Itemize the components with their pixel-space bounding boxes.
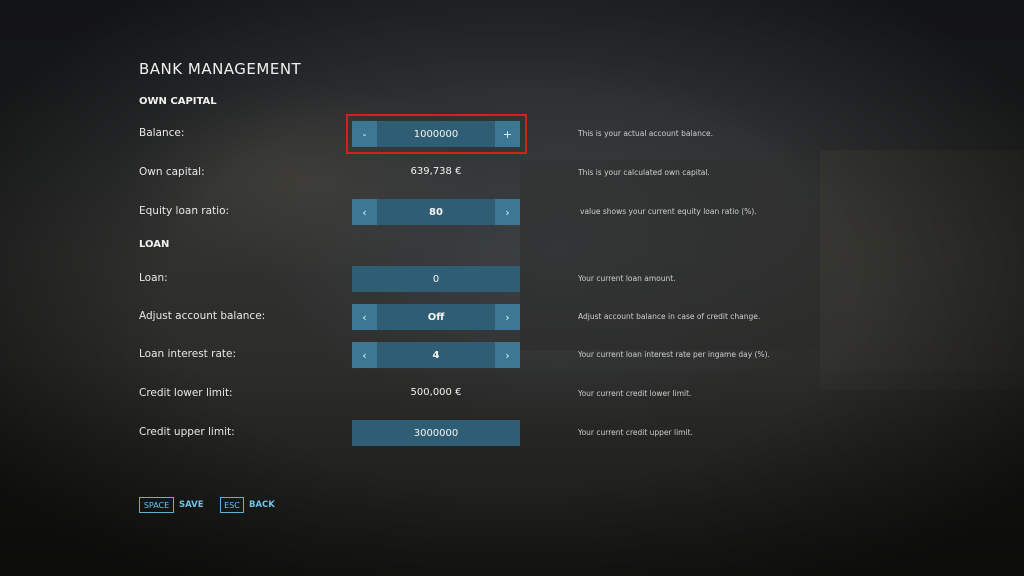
chevron-right-icon[interactable]: › xyxy=(495,199,520,225)
equity-loan-ratio-description: value shows your current equity loan rat… xyxy=(580,207,757,216)
space-key-hint[interactable]: SPACE xyxy=(139,497,174,513)
section-own-capital: OWN CAPITAL xyxy=(139,96,217,107)
row-credit-lower-limit: Credit lower limit: 500,000 € Your curre… xyxy=(0,381,1024,407)
credit-upper-limit-description: Your current credit upper limit. xyxy=(578,428,693,437)
loan-value[interactable]: 0 xyxy=(352,266,520,292)
chevron-left-icon[interactable]: ‹ xyxy=(352,304,377,330)
save-button[interactable]: SAVE xyxy=(179,500,204,510)
loan-interest-rate-label: Loan interest rate: xyxy=(139,348,237,360)
esc-key-hint[interactable]: ESC xyxy=(220,497,244,513)
chevron-right-icon[interactable]: › xyxy=(495,342,520,368)
equity-loan-ratio-label: Equity loan ratio: xyxy=(139,205,230,217)
adjust-account-balance-value: Off xyxy=(427,311,445,323)
row-loan: Loan: 0 Your current loan amount. xyxy=(0,266,1024,292)
bank-management-panel: BANK MANAGEMENT OWN CAPITAL Balance: - 1… xyxy=(0,0,1024,576)
row-own-capital: Own capital: 639,738 € This is your calc… xyxy=(0,160,1024,186)
adjust-account-balance-label: Adjust account balance: xyxy=(139,310,266,322)
credit-lower-limit-value: 500,000 € xyxy=(410,387,462,398)
loan-description: Your current loan amount. xyxy=(578,274,676,283)
credit-upper-limit-input[interactable]: 3000000 xyxy=(352,420,520,446)
equity-loan-ratio-value: 80 xyxy=(429,206,443,218)
chevron-left-icon[interactable]: ‹ xyxy=(352,199,377,225)
credit-upper-limit-label: Credit upper limit: xyxy=(139,426,235,438)
equity-loan-ratio-selector: ‹ 80 › xyxy=(352,199,520,225)
back-button[interactable]: BACK xyxy=(249,500,275,510)
loan-interest-rate-value: 4 xyxy=(432,349,440,361)
loan-label: Loan: xyxy=(139,272,168,284)
balance-highlight-box xyxy=(346,114,527,154)
own-capital-label: Own capital: xyxy=(139,166,205,178)
credit-upper-limit-value[interactable]: 3000000 xyxy=(352,420,520,446)
balance-description: This is your actual account balance. xyxy=(578,129,713,138)
loan-interest-rate-selector: ‹ 4 › xyxy=(352,342,520,368)
loan-input[interactable]: 0 xyxy=(352,266,520,292)
credit-lower-limit-label: Credit lower limit: xyxy=(139,387,233,399)
chevron-left-icon[interactable]: ‹ xyxy=(352,342,377,368)
adjust-account-balance-description: Adjust account balance in case of credit… xyxy=(578,312,761,321)
own-capital-description: This is your calculated own capital. xyxy=(578,168,710,177)
row-loan-interest-rate: Loan interest rate: ‹ 4 › Your current l… xyxy=(0,342,1024,368)
row-equity-loan-ratio: Equity loan ratio: ‹ 80 › value shows yo… xyxy=(0,199,1024,225)
row-adjust-account-balance: Adjust account balance: ‹ Off › Adjust a… xyxy=(0,304,1024,330)
loan-interest-rate-description: Your current loan interest rate per inga… xyxy=(578,350,770,359)
section-loan: LOAN xyxy=(139,239,170,250)
row-credit-upper-limit: Credit upper limit: 3000000 Your current… xyxy=(0,420,1024,446)
page-title: BANK MANAGEMENT xyxy=(139,60,302,78)
chevron-right-icon[interactable]: › xyxy=(495,304,520,330)
balance-label: Balance: xyxy=(139,127,185,139)
adjust-account-balance-selector: ‹ Off › xyxy=(352,304,520,330)
own-capital-value: 639,738 € xyxy=(410,166,462,177)
credit-lower-limit-description: Your current credit lower limit. xyxy=(578,389,692,398)
